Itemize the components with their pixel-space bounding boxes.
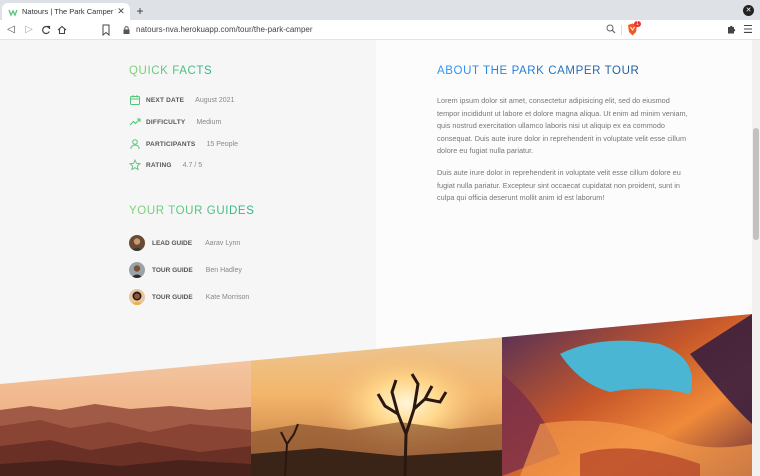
forward-icon[interactable]: ▷ (23, 23, 35, 37)
user-icon (130, 139, 140, 150)
star-icon (129, 159, 141, 171)
browser-menu-icon[interactable]: ☰ (743, 23, 753, 36)
fact-label: Rating (146, 161, 172, 169)
tour-picture-joshua-tree (251, 314, 502, 476)
guide-row: Lead guide Aarav Lynn (129, 234, 240, 252)
fact-value: 4.7 / 5 (182, 161, 203, 169)
guide-row: Tour guide Kate Morrison (129, 288, 249, 306)
fact-label: Participants (146, 140, 196, 148)
tour-pictures (0, 314, 752, 476)
browser-tab-bar: Natours | The Park Camper Tour ✕ + ✕ (0, 0, 760, 20)
zoom-icon[interactable] (606, 24, 616, 34)
guide-name: Ben Hadley (205, 266, 242, 274)
natours-favicon-icon (8, 9, 18, 17)
fact-difficulty: Difficulty Medium (129, 115, 221, 129)
tour-picture-slot-canyon (502, 314, 752, 476)
guide-avatar (129, 235, 145, 251)
about-tour-heading: About the park camper tour (437, 65, 640, 77)
fact-value: 15 People (206, 140, 238, 148)
guide-avatar (129, 262, 145, 278)
page-scrollbar[interactable] (752, 40, 760, 476)
guide-role: Tour guide (152, 293, 193, 301)
window-close-icon[interactable]: ✕ (743, 5, 754, 16)
fact-rating: Rating 4.7 / 5 (129, 158, 202, 172)
guide-name: Kate Morrison (205, 293, 250, 301)
address-bar-url[interactable]: natours-nva.herokuapp.com/tour/the-park-… (136, 24, 313, 36)
new-tab-button[interactable]: + (134, 3, 146, 19)
guide-row: Tour guide Ben Hadley (129, 261, 242, 279)
fact-value: August 2021 (195, 96, 235, 104)
back-icon[interactable]: ◁ (5, 23, 17, 37)
guide-avatar (129, 289, 145, 305)
guide-name: Aarav Lynn (205, 239, 241, 247)
trending-up-icon (129, 118, 141, 126)
fact-next-date: Next date August 2021 (129, 93, 234, 107)
calendar-icon (130, 95, 140, 105)
home-icon[interactable] (56, 23, 68, 37)
about-paragraph: Duis aute irure dolor in reprehenderit i… (437, 168, 681, 203)
scrollbar-thumb[interactable] (753, 128, 759, 240)
extensions-puzzle-icon[interactable] (726, 24, 737, 35)
browser-toolbar: ◁ ▷ natours-nva.herokuapp.com/tour/the-p… (0, 20, 760, 40)
tab-title: Natours | The Park Camper Tour (22, 7, 116, 16)
lock-icon[interactable] (123, 26, 130, 34)
fact-label: Difficulty (146, 118, 186, 126)
reload-icon[interactable] (40, 23, 52, 37)
fact-value: Medium (196, 118, 222, 126)
tab-close-icon[interactable]: ✕ (116, 6, 126, 17)
fact-participants: Participants 15 People (129, 137, 238, 151)
browser-tab[interactable]: Natours | The Park Camper Tour ✕ (2, 3, 130, 20)
bookmark-icon[interactable] (101, 24, 111, 36)
tour-page: Quick facts Next date August 2021 Diffic… (0, 40, 752, 476)
guide-role: Tour guide (152, 266, 193, 274)
quick-facts-heading: Quick facts (129, 65, 213, 77)
fact-label: Next date (146, 96, 185, 104)
toolbar-divider (621, 25, 622, 35)
tour-guides-heading: Your tour guides (129, 205, 255, 217)
guide-role: Lead guide (152, 239, 193, 247)
about-paragraph: Lorem ipsum dolor sit amet, consectetur … (437, 96, 688, 156)
tour-picture-canyon (0, 314, 251, 476)
shield-count-badge: 1 (634, 21, 641, 27)
